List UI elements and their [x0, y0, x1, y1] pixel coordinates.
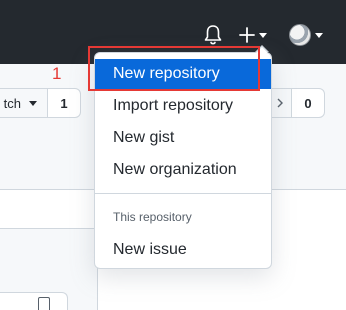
bell-icon[interactable] [203, 24, 223, 46]
chevron-down-icon [259, 32, 267, 38]
menu-section-header: This repository [113, 210, 192, 224]
watch-label: tch [3, 95, 21, 111]
annotation-highlight-box [88, 46, 260, 91]
chevron-down-icon [315, 32, 323, 38]
chevron-down-icon [29, 100, 37, 106]
menu-divider [95, 193, 271, 194]
menu-item-import-repository[interactable]: Import repository [95, 91, 271, 121]
plus-icon [239, 27, 255, 43]
watch-count[interactable]: 1 [47, 88, 81, 118]
annotation-number: 1 [52, 64, 62, 83]
star-count[interactable]: 0 [291, 88, 325, 118]
menu-item-new-issue[interactable]: New issue [95, 235, 271, 265]
watch-button[interactable]: tch [0, 88, 48, 118]
menu-item-new-organization[interactable]: New organization [95, 155, 271, 185]
close-icon [277, 98, 283, 108]
menu-item-new-gist[interactable]: New gist [95, 123, 271, 153]
file-box [0, 292, 68, 310]
clipboard-icon[interactable] [38, 297, 50, 310]
user-menu-button[interactable] [289, 22, 346, 48]
star-button[interactable] [270, 88, 292, 118]
avatar [289, 24, 311, 46]
